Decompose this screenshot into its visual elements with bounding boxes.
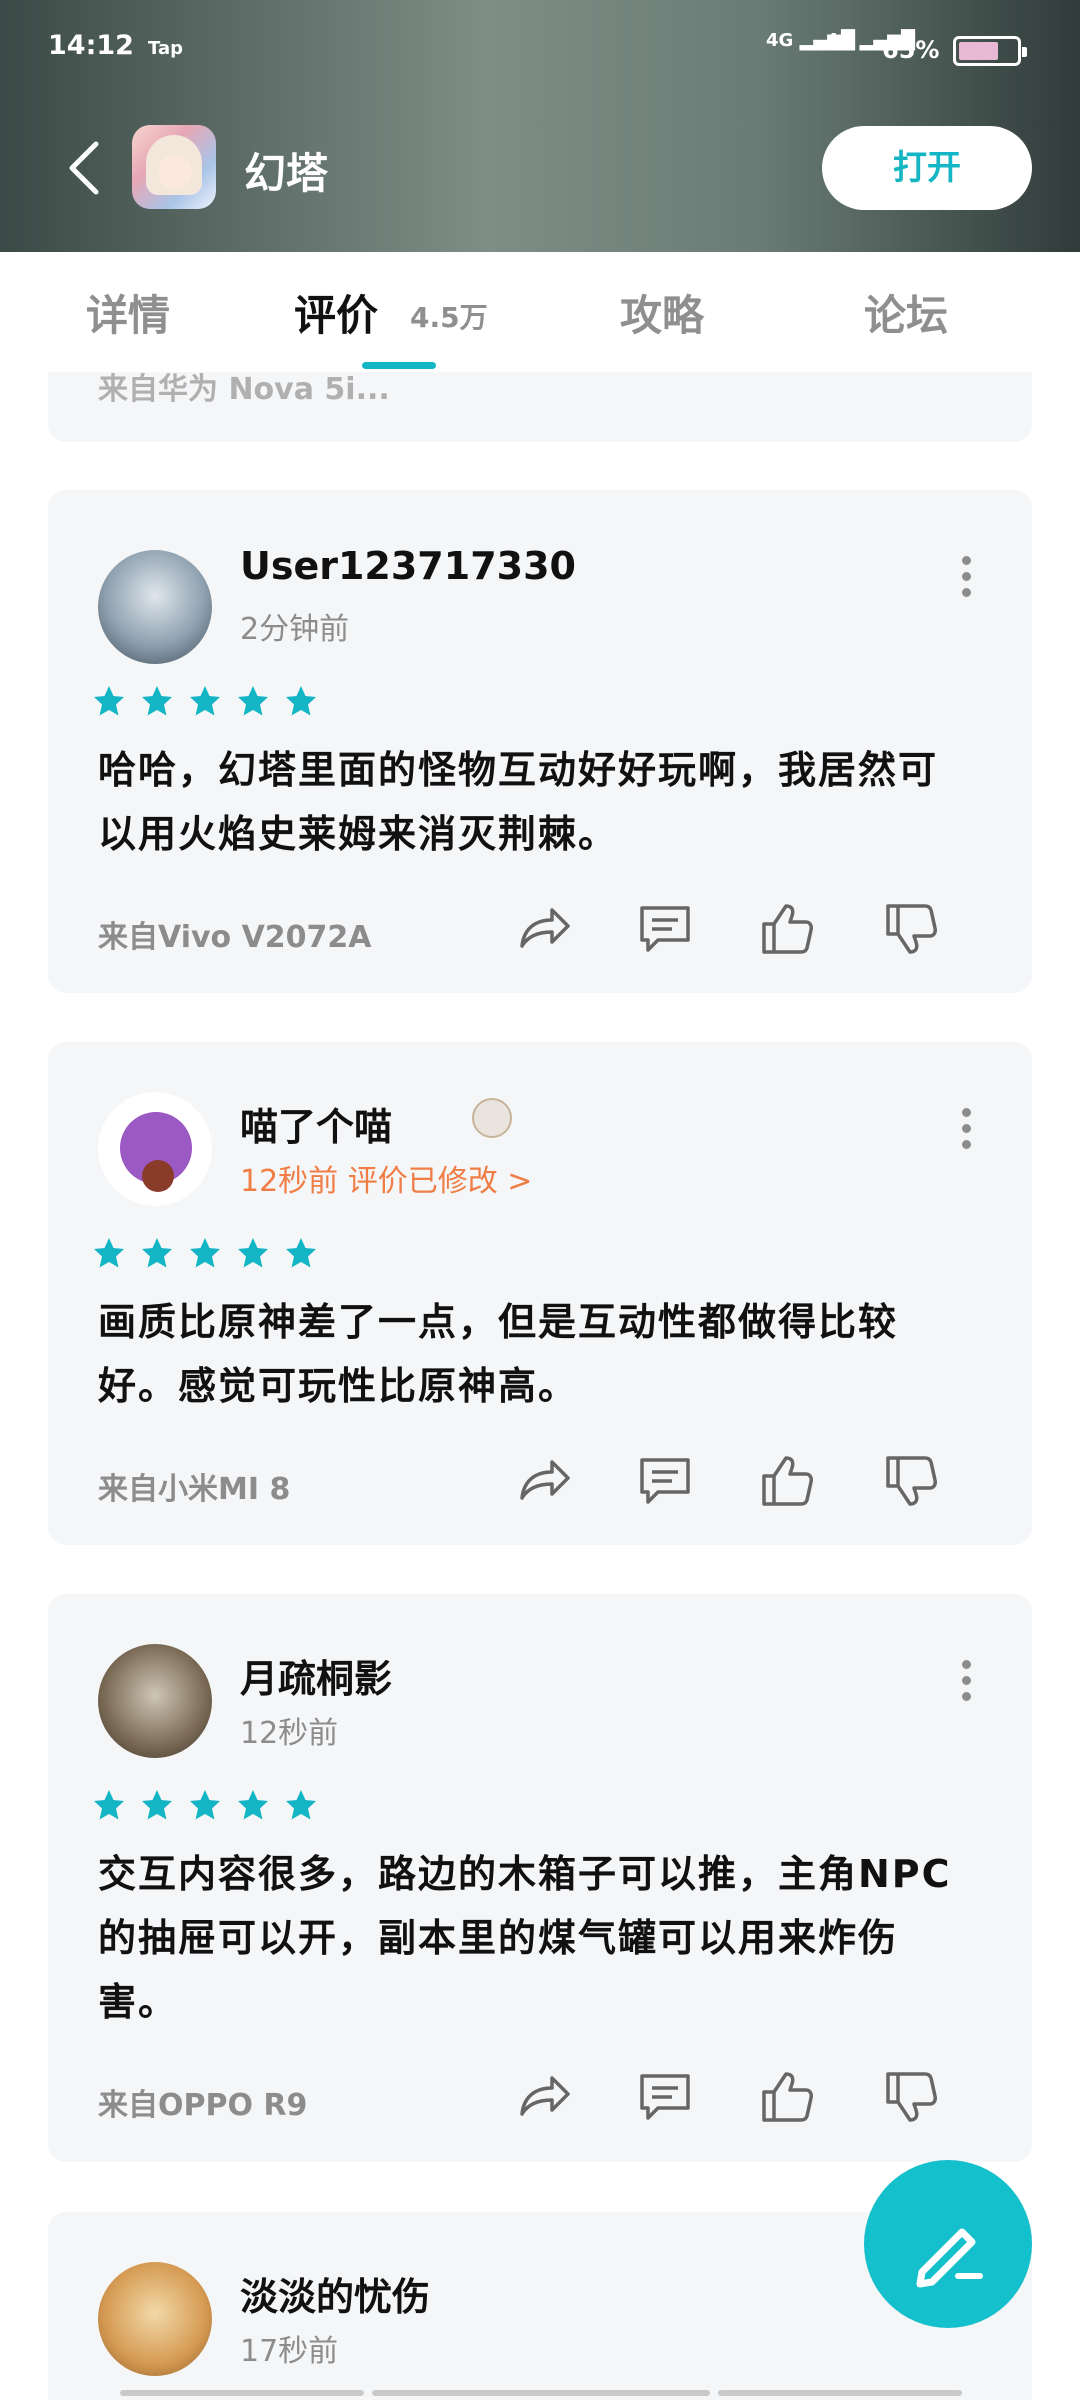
tab-details[interactable]: 详情 [86, 282, 170, 343]
like-icon[interactable] [758, 2068, 816, 2126]
star-icon [286, 1790, 316, 1820]
star-icon [190, 686, 220, 716]
avatar[interactable] [98, 1644, 212, 1758]
review-card[interactable]: 喵了个喵 12秒前 评价已修改 > 画质比原神差了一点，但是互动性都做得比较好。… [48, 1042, 1032, 1545]
device-label: 来自华为 Nova 5i... [98, 372, 390, 407]
star-rating [92, 684, 318, 718]
star-rating [92, 1236, 318, 1270]
tab-indicator [362, 362, 436, 369]
review-card[interactable]: User123717330 2分钟前 哈哈，幻塔里面的怪物互动好好玩啊，我居然可… [48, 490, 1032, 993]
review-time: 17秒前 [240, 2334, 339, 2369]
username[interactable]: User123717330 [240, 544, 576, 588]
tab-guides[interactable]: 攻略 [620, 282, 704, 343]
more-options-icon[interactable] [960, 1660, 972, 1708]
app-title: 幻塔 [244, 149, 329, 198]
star-icon [238, 1790, 268, 1820]
comment-icon[interactable] [636, 2068, 694, 2126]
user-badge-icon [472, 1098, 512, 1138]
review-time: 2分钟前 [240, 612, 350, 647]
tab-reviews[interactable]: 评价 [294, 282, 378, 343]
status-time: 14:12 [48, 30, 134, 61]
app-header: 14:12 Tap 4G ▂▄▆█ 4G ▂▄▆█ 65% 幻塔 打开 [0, 0, 1080, 252]
device-label: 来自小米MI 8 [98, 1472, 291, 1507]
review-text: 交互内容很多，路边的木箱子可以推，主角NPC的抽屉可以开，副本里的煤气罐可以用来… [98, 1852, 952, 2024]
star-icon [286, 1238, 316, 1268]
device-label: 来自Vivo V2072A [98, 920, 372, 955]
device-label: 来自OPPO R9 [98, 2088, 308, 2123]
dislike-icon[interactable] [882, 2068, 940, 2126]
battery-icon [953, 36, 1027, 66]
share-icon[interactable] [514, 1452, 572, 1510]
star-icon [142, 1238, 172, 1268]
review-time: 12秒前 [240, 1716, 339, 1751]
dislike-icon[interactable] [882, 900, 940, 958]
star-icon [94, 686, 124, 716]
tab-forum[interactable]: 论坛 [864, 282, 948, 343]
back-arrow-icon[interactable] [60, 138, 110, 198]
star-icon [238, 686, 268, 716]
review-text: 画质比原神差了一点，但是互动性都做得比较好。感觉可玩性比原神高。 [98, 1300, 899, 1408]
username[interactable]: 淡淡的忧伤 [240, 2266, 430, 2321]
review-time-modified[interactable]: 12秒前 评价已修改 > [240, 1156, 532, 1200]
pen-icon [916, 2228, 983, 2288]
share-icon[interactable] [514, 900, 572, 958]
like-icon[interactable] [758, 900, 816, 958]
status-carrier: Tap [148, 38, 183, 59]
star-icon [142, 1790, 172, 1820]
tab-reviews-count: 4.5万 [410, 301, 488, 334]
avatar[interactable] [98, 550, 212, 664]
more-options-icon[interactable] [960, 1108, 972, 1156]
avatar[interactable] [98, 1092, 212, 1206]
star-icon [142, 686, 172, 716]
review-text: 哈哈，幻塔里面的怪物互动好好玩啊，我居然可以用火焰史莱姆来消灭荆棘。 [98, 748, 939, 856]
star-rating [92, 1788, 318, 1822]
star-icon [286, 686, 316, 716]
more-options-icon[interactable] [960, 556, 972, 604]
comment-icon[interactable] [636, 900, 694, 958]
review-card-partial: 来自华为 Nova 5i... [48, 372, 1032, 442]
star-icon [190, 1238, 220, 1268]
status-bar: 14:12 Tap 4G ▂▄▆█ 4G ▂▄▆█ 65% [0, 0, 1080, 100]
review-card[interactable]: 月疏桐影 12秒前 交互内容很多，路边的木箱子可以推，主角NPC的抽屉可以开，副… [48, 1594, 1032, 2162]
like-icon[interactable] [758, 1452, 816, 1510]
comment-icon[interactable] [636, 1452, 694, 1510]
scroll-indicator [120, 2390, 962, 2398]
write-review-button[interactable] [864, 2160, 1032, 2328]
dislike-icon[interactable] [882, 1452, 940, 1510]
star-icon [94, 1790, 124, 1820]
star-icon [94, 1238, 124, 1268]
star-icon [190, 1790, 220, 1820]
username[interactable]: 月疏桐影 [240, 1648, 392, 1703]
tab-bar: 详情 评价 4.5万 攻略 论坛 [0, 252, 1080, 372]
app-icon [132, 125, 216, 209]
battery-percent: 65% [882, 36, 940, 64]
share-icon[interactable] [514, 2068, 572, 2126]
avatar[interactable] [98, 2262, 212, 2376]
username[interactable]: 喵了个喵 [240, 1096, 392, 1151]
star-icon [238, 1238, 268, 1268]
open-button[interactable]: 打开 [822, 126, 1032, 210]
